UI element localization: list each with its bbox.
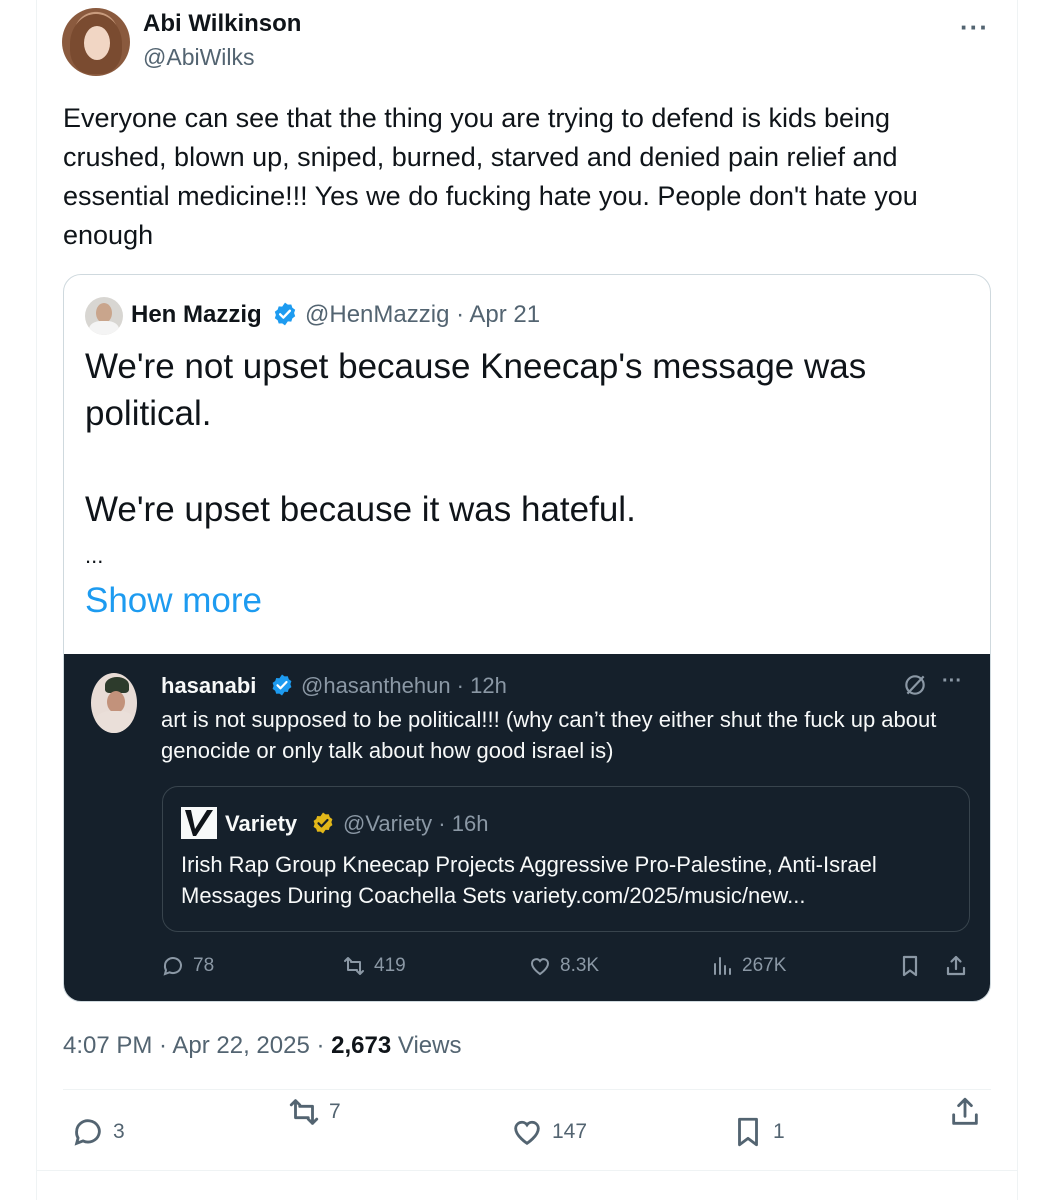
share-icon xyxy=(952,1097,978,1125)
author-name[interactable]: Abi Wilkinson xyxy=(143,10,301,38)
avatar-face xyxy=(84,26,110,60)
avatar-face xyxy=(107,691,125,713)
reply-icon xyxy=(74,1119,101,1146)
quoted-author-avatar[interactable] xyxy=(85,297,123,335)
embedded-author-avatar xyxy=(91,673,137,733)
embedded-inner-quote: Variety @Variety · 16h Irish Rap Group K… xyxy=(162,786,970,932)
inner-author-handle: @Variety · 16h xyxy=(343,811,489,836)
show-more-link[interactable]: Show more xyxy=(85,581,262,621)
frame-border-left xyxy=(36,0,37,1200)
quoted-author-name[interactable]: Hen Mazzig xyxy=(131,301,262,329)
grok-icon xyxy=(905,675,925,695)
quoted-tweet-card[interactable]: Hen Mazzig @HenMazzig · Apr 21 We're not… xyxy=(63,274,991,1002)
author-handle[interactable]: @AbiWilks xyxy=(143,44,255,71)
variety-logo-icon xyxy=(181,807,217,839)
repost-count: 7 xyxy=(329,1100,341,1123)
tweet-text: Everyone can see that the thing you are … xyxy=(63,103,918,250)
quoted-text-paragraph-1: We're not upset because Kneecap's messag… xyxy=(85,347,867,433)
quoted-text-ellipsis: ... xyxy=(85,543,104,568)
like-count: 8.3K xyxy=(560,955,600,976)
bookmark-count: 1 xyxy=(773,1120,785,1143)
avatar-body xyxy=(89,321,119,335)
reply-icon xyxy=(163,957,182,976)
reply-button[interactable]: 3 xyxy=(71,1115,125,1149)
divider xyxy=(63,1089,991,1090)
tweet-timestamp-views[interactable]: 4:07 PM · Apr 22, 2025 · 2,673 Views xyxy=(63,1032,461,1060)
like-button[interactable]: 147 xyxy=(510,1115,587,1149)
more-horizontal-icon: ··· xyxy=(942,670,962,692)
bookmark-icon xyxy=(738,1117,758,1147)
author-avatar[interactable] xyxy=(62,8,130,76)
views-count: 2,673 xyxy=(331,1032,392,1059)
bookmark-icon xyxy=(902,955,918,977)
share-button[interactable] xyxy=(948,1095,982,1129)
view-count: 267K xyxy=(742,955,787,976)
like-icon xyxy=(514,1120,540,1146)
embedded-like-count: 8.3K xyxy=(528,954,599,978)
bookmark-button[interactable]: 1 xyxy=(731,1115,785,1149)
embedded-tweet-text: art is not supposed to be political!!! (… xyxy=(161,707,937,763)
views-label: Views xyxy=(391,1032,462,1059)
embedded-repost-count: 419 xyxy=(342,954,406,978)
like-count: 147 xyxy=(552,1120,588,1143)
quoted-text-paragraph-2: We're upset because it was hateful. xyxy=(85,490,636,529)
embedded-view-count: 267K xyxy=(710,954,786,978)
embedded-author-handle: @hasanthehun · 12h xyxy=(301,673,507,698)
views-icon xyxy=(714,957,731,975)
repost-count: 419 xyxy=(374,955,406,976)
repost-icon xyxy=(289,1099,319,1125)
frame-border-right xyxy=(1017,0,1018,1200)
share-icon xyxy=(946,955,966,976)
verified-gold-badge-icon xyxy=(313,812,333,834)
embedded-screenshot[interactable]: hasanabi @hasanthehun · 12h ··· art is n… xyxy=(64,654,990,1001)
inner-quote-text: Irish Rap Group Kneecap Projects Aggress… xyxy=(181,852,877,908)
verified-badge-icon xyxy=(274,302,296,326)
reply-count: 3 xyxy=(113,1120,125,1143)
repost-icon xyxy=(344,957,364,975)
reply-count: 78 xyxy=(193,955,215,976)
frame-border-bottom xyxy=(36,1170,1018,1171)
more-horizontal-icon[interactable]: ··· xyxy=(960,12,989,43)
avatar-body xyxy=(95,711,135,733)
avatar-face xyxy=(96,303,112,323)
tweet-timestamp[interactable]: 4:07 PM · Apr 22, 2025 · xyxy=(63,1032,331,1059)
repost-button[interactable]: 7 xyxy=(287,1095,341,1129)
inner-author-name: Variety xyxy=(225,811,298,836)
embedded-author-name: hasanabi xyxy=(161,673,257,698)
verified-badge-icon xyxy=(272,674,292,696)
quoted-author-handle[interactable]: @HenMazzig · Apr 21 xyxy=(305,301,540,329)
like-icon xyxy=(530,958,550,976)
embedded-reply-count: 78 xyxy=(161,954,214,978)
